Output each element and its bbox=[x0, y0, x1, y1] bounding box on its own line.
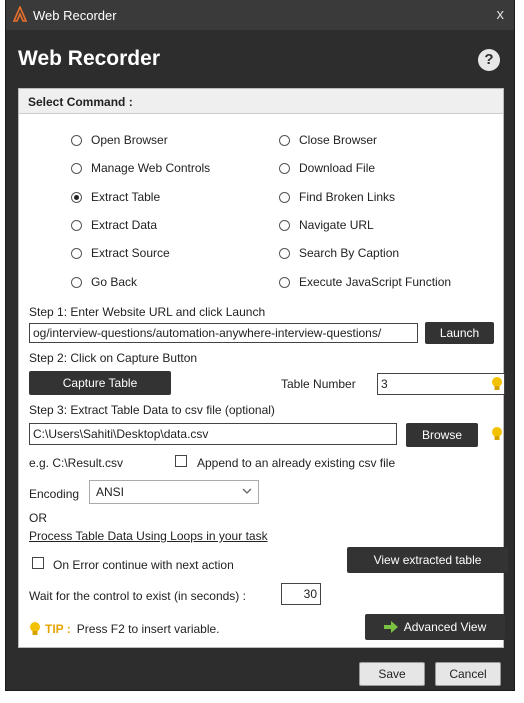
wait-seconds-input[interactable]: 30 bbox=[281, 583, 321, 605]
radio-label: Open Browser bbox=[91, 133, 168, 147]
radio-label: Extract Table bbox=[91, 190, 161, 204]
advanced-view-button[interactable]: Advanced View bbox=[365, 614, 505, 640]
browse-button[interactable]: Browse bbox=[406, 423, 478, 447]
app-icon bbox=[13, 6, 27, 22]
radio-open-browser[interactable]: Open Browser bbox=[71, 133, 168, 147]
radio-close-browser[interactable]: Close Browser bbox=[279, 133, 377, 147]
web-recorder-window: Web Recorder x Web Recorder ? Select Com… bbox=[6, 0, 514, 690]
on-error-checkbox[interactable] bbox=[32, 557, 44, 569]
step3-label: Step 3: Extract Table Data to csv file (… bbox=[29, 403, 275, 417]
capture-table-button[interactable]: Capture Table bbox=[29, 371, 171, 395]
wait-label: Wait for the control to exist (in second… bbox=[29, 589, 246, 603]
radio-label: Download File bbox=[299, 161, 376, 175]
dialog-header: Web Recorder ? bbox=[6, 30, 514, 85]
radio-circle bbox=[71, 219, 82, 231]
arrow-right-icon bbox=[383, 621, 398, 633]
lightbulb-icon bbox=[30, 622, 40, 635]
dialog-title: Web Recorder bbox=[18, 47, 160, 70]
radio-label: Navigate URL bbox=[299, 218, 374, 232]
launch-button[interactable]: Launch bbox=[425, 322, 494, 344]
radio-circle bbox=[279, 219, 290, 231]
radio-label: Close Browser bbox=[299, 133, 378, 147]
radio-circle-selected bbox=[71, 191, 82, 203]
radio-label: Go Back bbox=[91, 275, 138, 289]
main-panel: Select Command : Open Browser Manage Web… bbox=[18, 88, 508, 648]
radio-circle bbox=[71, 162, 82, 174]
radio-label: Search By Caption bbox=[299, 246, 400, 260]
encoding-select[interactable]: ANSI bbox=[89, 480, 259, 504]
help-icon[interactable]: ? bbox=[478, 49, 500, 71]
radio-circle bbox=[279, 191, 290, 203]
on-error-label: On Error continue with next action bbox=[53, 558, 234, 572]
radio-circle bbox=[279, 162, 290, 174]
radio-search-by-caption[interactable]: Search By Caption bbox=[279, 246, 399, 260]
append-label: Append to an already existing csv file bbox=[197, 456, 396, 470]
table-number-input[interactable]: 3 bbox=[377, 373, 505, 395]
lightbulb-icon bbox=[492, 427, 502, 440]
url-input[interactable]: og/interview-questions/automation-anywhe… bbox=[29, 323, 418, 343]
radio-download-file[interactable]: Download File bbox=[279, 161, 375, 175]
radio-execute-javascript-function[interactable]: Execute JavaScript Function bbox=[279, 275, 451, 289]
append-checkbox[interactable] bbox=[175, 455, 187, 467]
csv-path-input[interactable]: C:\Users\Sahiti\Desktop\data.csv bbox=[29, 423, 397, 445]
radio-label: Execute JavaScript Function bbox=[299, 275, 452, 289]
radio-extract-data[interactable]: Extract Data bbox=[71, 218, 157, 232]
radio-label: Extract Data bbox=[91, 218, 158, 232]
encoding-label: Encoding bbox=[29, 487, 80, 501]
radio-find-broken-links[interactable]: Find Broken Links bbox=[279, 190, 395, 204]
radio-extract-source[interactable]: Extract Source bbox=[71, 246, 170, 260]
radio-circle bbox=[279, 276, 290, 288]
tip-row: TIP : Press F2 to insert variable. bbox=[29, 621, 220, 637]
tip-label: TIP : bbox=[45, 622, 71, 636]
window-title: Web Recorder bbox=[33, 8, 117, 23]
title-bar: Web Recorder x bbox=[6, 0, 514, 30]
loops-link[interactable]: Process Table Data Using Loops in your t… bbox=[29, 529, 268, 543]
save-button[interactable]: Save bbox=[359, 662, 425, 686]
csv-example-text: e.g. C:\Result.csv bbox=[29, 456, 124, 470]
radio-circle bbox=[279, 134, 290, 146]
close-icon[interactable]: x bbox=[497, 6, 505, 23]
radio-go-back[interactable]: Go Back bbox=[71, 275, 137, 289]
radio-circle bbox=[71, 276, 82, 288]
encoding-value: ANSI bbox=[96, 485, 125, 499]
radio-circle bbox=[279, 247, 290, 259]
chevron-down-icon bbox=[242, 488, 252, 494]
select-command-label: Select Command : bbox=[28, 95, 133, 109]
radio-circle bbox=[71, 247, 82, 259]
radio-label: Find Broken Links bbox=[299, 190, 396, 204]
view-extracted-table-button[interactable]: View extracted table bbox=[347, 547, 508, 573]
step1-label: Step 1: Enter Website URL and click Laun… bbox=[29, 305, 266, 319]
radio-manage-web-controls[interactable]: Manage Web Controls bbox=[71, 161, 210, 175]
tip-text: Press F2 to insert variable. bbox=[76, 622, 220, 636]
radio-extract-table[interactable]: Extract Table bbox=[71, 190, 160, 204]
step2-label: Step 2: Click on Capture Button bbox=[29, 351, 198, 365]
lightbulb-icon bbox=[492, 377, 502, 390]
cancel-button[interactable]: Cancel bbox=[435, 662, 501, 686]
select-command-header: Select Command : bbox=[19, 89, 503, 114]
or-label: OR bbox=[29, 511, 47, 525]
radio-navigate-url[interactable]: Navigate URL bbox=[279, 218, 374, 232]
table-number-label: Table Number bbox=[281, 377, 356, 391]
radio-circle bbox=[71, 134, 82, 146]
radio-label: Manage Web Controls bbox=[91, 161, 211, 175]
radio-label: Extract Source bbox=[91, 246, 170, 260]
advanced-view-label: Advanced View bbox=[403, 620, 487, 634]
